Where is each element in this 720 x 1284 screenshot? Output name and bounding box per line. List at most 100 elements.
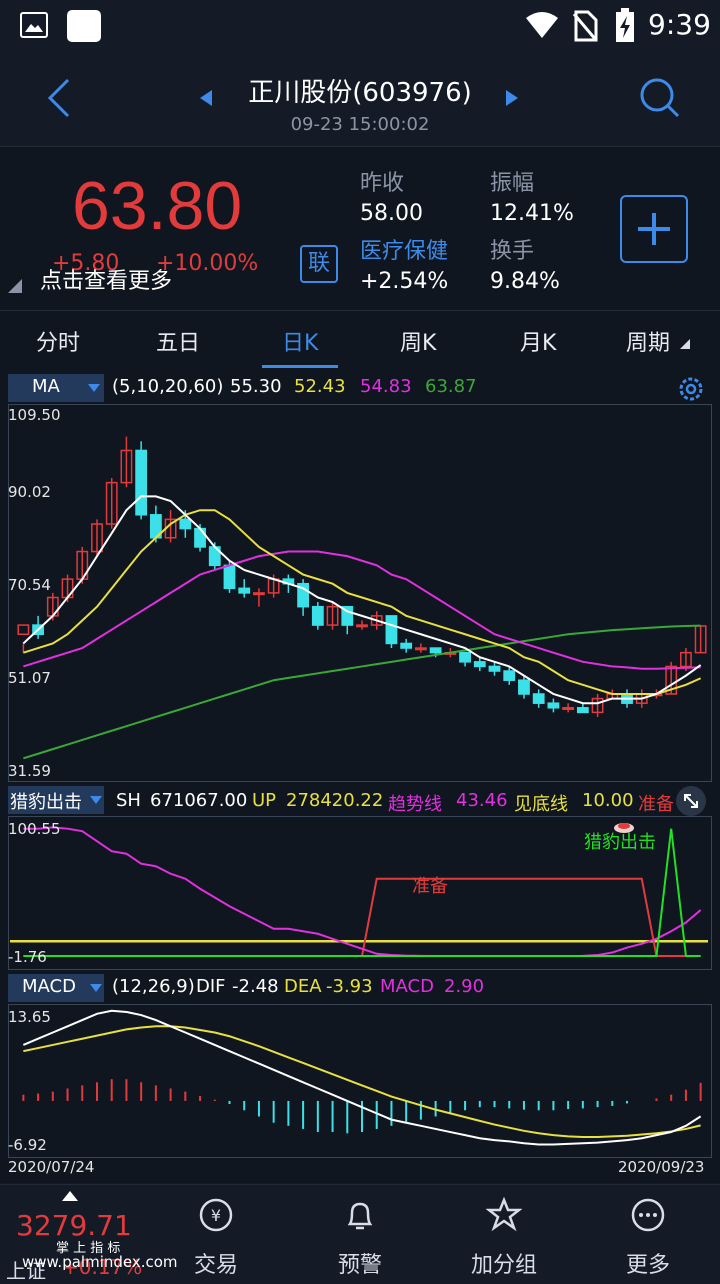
bottom-line-label: 见底线 [514, 794, 568, 815]
sector-change: +2.54% [360, 269, 449, 294]
price-chart[interactable] [8, 404, 712, 782]
up-label: UP [252, 790, 277, 811]
nav-add-group[interactable]: 加分组 [454, 1247, 554, 1279]
candle-body [253, 592, 265, 596]
tab-weekly-k[interactable]: 周K [400, 325, 436, 357]
tab-five-day[interactable]: 五日 [156, 325, 200, 357]
candle-body [135, 449, 148, 516]
macd-label: MACD [380, 976, 434, 997]
ma60-value: 63.87 [425, 376, 477, 397]
macd-params: (12,26,9) [112, 976, 195, 997]
expand-corner-icon [8, 279, 22, 293]
settings-gear-icon[interactable] [676, 374, 706, 404]
expand-chart-button[interactable] [676, 786, 706, 816]
add-watchlist-button[interactable] [620, 195, 688, 263]
more-icon [631, 1198, 665, 1232]
battery-charging-icon [616, 8, 634, 42]
turnover-value: 9.84% [490, 269, 560, 294]
ma-params: (5,10,20,60) [112, 376, 224, 397]
candle-body [503, 670, 516, 681]
prev-close-value: 58.00 [360, 201, 423, 226]
price-axis-label: 51.07 [8, 669, 51, 687]
sh-value: 671067.00 [150, 790, 248, 811]
expand-arrows-icon [684, 794, 698, 808]
ma-selector[interactable]: MA [8, 374, 104, 402]
indicator-axis-label: 100.55 [8, 820, 61, 838]
amplitude-value: 12.41% [490, 201, 574, 226]
candle-body [459, 651, 471, 663]
view-more-link[interactable]: 点击查看更多 [40, 263, 172, 295]
search-icon[interactable] [638, 76, 682, 120]
header: 正川股份(603976) 09-23 15:00:02 [0, 52, 720, 146]
macd-selector-label: MACD [22, 976, 76, 997]
status-bar: 9:39 [0, 0, 720, 52]
star-icon [486, 1197, 522, 1232]
candle-body [488, 665, 501, 672]
candle-body [532, 693, 545, 704]
dea-value: -3.93 [326, 976, 373, 997]
candle-body [547, 702, 560, 709]
macd-axis-label: -6.92 [8, 1136, 47, 1154]
candle-body [385, 615, 398, 645]
candle-body [429, 647, 442, 654]
trend-label: 趋势线 [388, 794, 442, 815]
next-stock-icon[interactable] [504, 88, 520, 108]
period-tabs: 分时 五日 日K 周K 月K 周期 [0, 310, 720, 370]
sh-label: SH [116, 790, 141, 811]
ma10-value: 52.43 [294, 376, 346, 397]
dif-value: -2.48 [232, 976, 279, 997]
macd-chart[interactable] [8, 1004, 712, 1158]
macd-axis-label: 13.65 [8, 1008, 51, 1026]
clock: 9:39 [648, 8, 711, 41]
macd-selector[interactable]: MACD [8, 974, 104, 1002]
candle-body [311, 605, 324, 626]
candle-body [356, 624, 368, 628]
tab-monthly-k[interactable]: 月K [520, 325, 556, 357]
dropdown-caret-icon [88, 384, 100, 392]
ma20-line [23, 550, 701, 670]
end-date: 2020/09/23 [618, 1158, 705, 1176]
candle-body [238, 587, 251, 594]
indicator-axis-label: -1.76 [8, 948, 47, 966]
candle-body [518, 679, 530, 695]
nav-alert[interactable]: 预警 [310, 1247, 410, 1279]
nav-trade[interactable]: 交易 [166, 1247, 266, 1279]
index-expand-icon[interactable] [62, 1191, 78, 1201]
watermark: www.palmindex.com [22, 1253, 178, 1271]
dif-label: DIF [196, 976, 226, 997]
price-axis-label: 90.02 [8, 483, 51, 501]
app-notification-icon [67, 10, 101, 42]
macd-value: 2.90 [444, 976, 485, 997]
ma5-value: 55.30 [230, 376, 282, 397]
ma20-value: 54.83 [360, 376, 412, 397]
amplitude-label: 振幅 [490, 171, 535, 196]
ready-label: 准备 [638, 794, 674, 815]
dropdown-caret-icon [90, 796, 102, 804]
svg-text:¥: ¥ [211, 1206, 221, 1225]
ready-line [23, 877, 701, 957]
plus-icon [638, 213, 670, 245]
no-sim-icon [572, 10, 598, 42]
ma-selector-label: MA [32, 376, 60, 397]
ready-annotation: 准备 [412, 876, 448, 897]
start-date: 2020/07/24 [8, 1158, 95, 1176]
period-dropdown-icon [680, 339, 690, 349]
bottom-nav: 3279.71 上证 +0.17% 掌 上 指 标 www.palmindex.… [0, 1184, 720, 1283]
prev-close-label: 昨收 [360, 171, 405, 196]
chart-area: MA (5,10,20,60) 55.30 52.43 54.83 63.87 … [0, 368, 720, 1183]
ma60-line [23, 624, 701, 760]
quote-datetime: 09-23 15:00:02 [290, 114, 430, 135]
stock-title: 正川股份(603976) [248, 78, 472, 108]
tab-intraday[interactable]: 分时 [36, 325, 80, 357]
tab-period[interactable]: 周期 [626, 325, 670, 357]
price-axis-label: 109.50 [8, 406, 61, 424]
tab-daily-k[interactable]: 日K [282, 325, 318, 357]
sector-label[interactable]: 医疗保健 [360, 233, 448, 265]
bottom-line-value: 10.00 [582, 790, 634, 811]
last-price: 63.80 [72, 168, 243, 244]
related-badge[interactable]: 联 [300, 245, 338, 283]
indicator-selector[interactable]: 猎豹出击 [8, 786, 104, 814]
candle-body [194, 527, 206, 548]
nav-more[interactable]: 更多 [598, 1247, 698, 1279]
indicator-selector-label: 猎豹出击 [10, 792, 82, 813]
